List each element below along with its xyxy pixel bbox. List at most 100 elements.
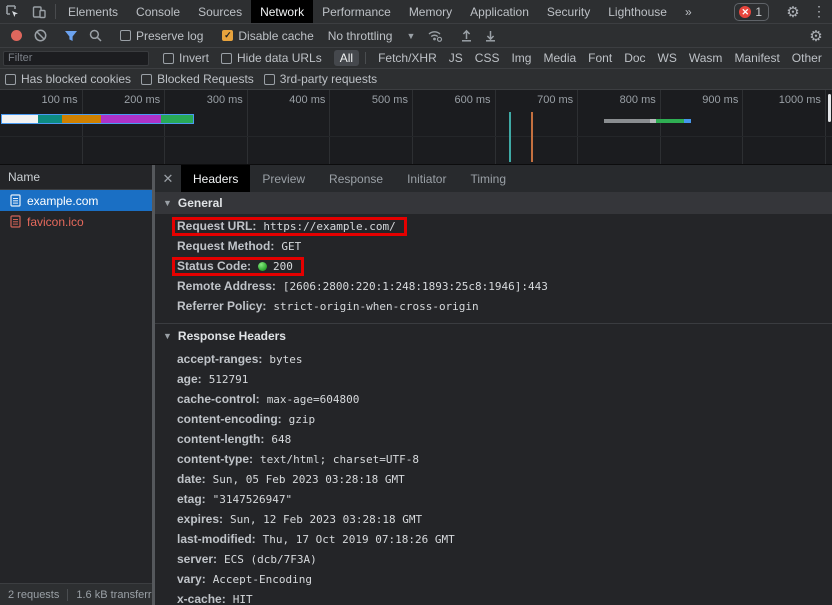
page-event-marker: [509, 112, 511, 162]
details-tab[interactable]: Response: [317, 165, 395, 192]
request-name: example.com: [27, 194, 98, 208]
settings-button[interactable]: ⚙: [780, 3, 806, 21]
filter-checkbox[interactable]: ✓ 3rd-party requests: [264, 72, 377, 86]
tab-label: Network: [260, 5, 304, 19]
details-tab[interactable]: Timing: [458, 165, 518, 192]
header-value: 648: [271, 433, 291, 446]
filter-toggle-button[interactable]: [59, 26, 83, 46]
header-value: ECS (dcb/7F3A): [224, 553, 317, 566]
inspect-element-button[interactable]: [0, 0, 26, 23]
devtools-panel-tab[interactable]: »: [676, 0, 701, 23]
resource-type-chip[interactable]: WS: [652, 50, 683, 66]
devtools-panel-tab[interactable]: Network: [251, 0, 313, 23]
network-conditions-button[interactable]: [423, 26, 447, 46]
timeline-tick-label: 300 ms: [165, 90, 248, 164]
header-value: "3147526947": [213, 493, 292, 506]
request-row[interactable]: example.com: [0, 190, 152, 211]
chip-label: Media: [543, 51, 576, 65]
filter-checkbox[interactable]: ✓ Blocked Requests: [141, 72, 254, 86]
overview-scrollbar-thumb[interactable]: [828, 94, 831, 122]
devtools-panel-tab[interactable]: Lighthouse: [599, 0, 676, 23]
export-har-button[interactable]: [478, 26, 502, 46]
header-row: x-cache: HIT: [155, 589, 832, 605]
devtools-panel-tab[interactable]: Sources: [189, 0, 251, 23]
filter-checkbox[interactable]: ✓ Has blocked cookies: [5, 72, 131, 86]
header-key: etag:: [177, 492, 206, 506]
waterfall-segment: [62, 115, 101, 123]
resource-type-chip[interactable]: Manifest: [728, 50, 785, 66]
network-toolbar: ✓ Preserve log ✓ Disable cache No thrott…: [0, 24, 832, 48]
devtools-panel-tab[interactable]: Security: [538, 0, 599, 23]
resource-type-chip[interactable]: Fetch/XHR: [372, 50, 443, 66]
timeline-tick-label: 400 ms: [248, 90, 331, 164]
checkbox-label: Disable cache: [238, 29, 313, 43]
record-icon: [11, 30, 22, 41]
resource-type-chip[interactable]: CSS: [469, 50, 506, 66]
more-options-button[interactable]: ⋮: [806, 3, 832, 20]
annotation-highlight: Request Method: GET: [172, 237, 312, 256]
tab-label: Timing: [470, 172, 506, 186]
details-tab[interactable]: Headers: [181, 165, 250, 192]
throttling-dropdown[interactable]: No throttling ▼: [328, 29, 416, 43]
console-error-badge[interactable]: ✕ 1: [734, 3, 769, 21]
chip-label: Fetch/XHR: [378, 51, 437, 65]
resource-type-chip[interactable]: Img: [505, 50, 537, 66]
hide-data-urls-checkbox[interactable]: ✓ Hide data URLs: [221, 51, 322, 65]
header-value: https://example.com/: [263, 220, 395, 233]
resource-type-chip[interactable]: Other: [786, 50, 828, 66]
chip-label: All: [340, 51, 353, 65]
device-toolbar-button[interactable]: [26, 0, 52, 23]
resource-type-filters: All Fetch/XHR JSCSSImg Media Font DocWSWasmMa…: [334, 50, 828, 66]
tab-label: Sources: [198, 5, 242, 19]
network-conditions-icon: [427, 29, 443, 42]
waterfall-segment: [101, 115, 161, 123]
resource-type-chip[interactable]: Wasm: [683, 50, 729, 66]
close-details-button[interactable]: ✕: [155, 165, 181, 192]
devtools-panel-tab[interactable]: Elements: [59, 0, 127, 23]
search-button[interactable]: [83, 26, 107, 46]
chip-label: Font: [588, 51, 612, 65]
request-row[interactable]: favicon.ico: [0, 211, 152, 232]
name-column-header[interactable]: Name: [0, 165, 152, 190]
resource-type-chip[interactable]: Media: [537, 50, 582, 66]
header-row: content-encoding: gzip: [155, 409, 832, 429]
preserve-log-checkbox[interactable]: ✓ Preserve log: [120, 29, 203, 43]
checkbox-box: ✓: [5, 74, 16, 85]
invert-checkbox[interactable]: ✓ Invert: [163, 51, 209, 65]
details-tab[interactable]: Initiator: [395, 165, 458, 192]
resource-type-chip[interactable]: Font: [582, 50, 618, 66]
details-tab[interactable]: Preview: [250, 165, 317, 192]
devtools-panel-tab[interactable]: Performance: [313, 0, 400, 23]
tab-label: Preview: [262, 172, 305, 186]
inspect-cursor-icon: [6, 5, 20, 19]
response-headers-section-header[interactable]: ▼ Response Headers: [155, 323, 832, 347]
network-settings-button[interactable]: ⚙: [804, 26, 828, 46]
header-row: vary: Accept-Encoding: [155, 569, 832, 589]
resource-type-chip[interactable]: JS: [443, 50, 469, 66]
request-details-pane: ✕ HeadersPreviewResponseInitiatorTiming …: [152, 165, 832, 605]
checkbox-box: ✓: [141, 74, 152, 85]
network-overview-timeline[interactable]: 100 ms200 ms300 ms400 ms500 ms600 ms700 …: [0, 90, 832, 165]
header-value: Sun, 12 Feb 2023 03:28:18 GMT: [230, 513, 422, 526]
header-row: content-type: text/html; charset=UTF-8: [155, 449, 832, 469]
filter-input[interactable]: [3, 51, 149, 66]
kebab-menu-icon: ⋮: [812, 3, 826, 20]
devtools-panel-tab[interactable]: Memory: [400, 0, 461, 23]
clear-network-log-button[interactable]: [28, 26, 52, 46]
request-waterfall-bar-favicon[interactable]: [604, 119, 691, 123]
network-filter-bar-2: ✓ Has blocked cookies ✓ Blocked Requests…: [0, 69, 832, 90]
devtools-panel-tab[interactable]: Application: [461, 0, 538, 23]
header-key: x-cache:: [177, 592, 226, 605]
header-key: expires:: [177, 512, 223, 526]
header-value: 200: [273, 260, 293, 273]
devtools-panel-tab[interactable]: Console: [127, 0, 189, 23]
import-har-button[interactable]: [454, 26, 478, 46]
resource-type-chip[interactable]: Doc: [618, 50, 651, 66]
general-section-header[interactable]: ▼ General: [155, 192, 832, 214]
request-waterfall-bar-example[interactable]: [1, 114, 194, 124]
resource-type-chip[interactable]: All: [334, 50, 359, 66]
disable-cache-checkbox[interactable]: ✓ Disable cache: [222, 29, 313, 43]
header-key: content-encoding:: [177, 412, 282, 426]
header-value: text/html; charset=UTF-8: [260, 453, 419, 466]
record-network-log-button[interactable]: [4, 26, 28, 46]
